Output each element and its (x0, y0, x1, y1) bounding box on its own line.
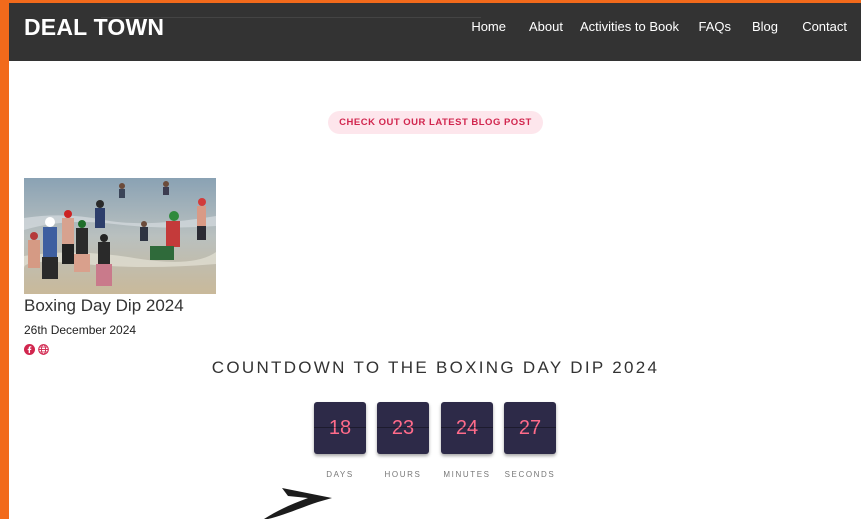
countdown-minutes-value: 24 (441, 402, 493, 454)
latest-blog-button[interactable]: CHECK OUT OUR LATEST BLOG POST (328, 111, 543, 134)
countdown-minutes-label: MINUTES (443, 470, 491, 479)
nav-home[interactable]: Home (471, 19, 506, 34)
orange-frame-left (0, 0, 9, 519)
post-title[interactable]: Boxing Day Dip 2024 (24, 296, 184, 316)
share-icons (24, 342, 49, 355)
post-date: 26th December 2024 (24, 323, 137, 337)
nav-contact[interactable]: Contact (802, 19, 847, 34)
facebook-icon[interactable] (24, 342, 35, 355)
swimmers-photo (24, 178, 216, 294)
countdown-hours-label: HOURS (384, 470, 422, 479)
site-header: DEAL TOWN Home About Activities to Book … (9, 3, 861, 61)
countdown-days-value: 18 (314, 402, 366, 454)
globe-icon[interactable] (38, 342, 49, 355)
nav-about[interactable]: About (529, 19, 563, 34)
arrow-icon (264, 488, 332, 519)
countdown-days-label: DAYS (326, 470, 354, 479)
post-thumbnail[interactable] (24, 178, 216, 294)
site-logo[interactable]: DEAL TOWN (24, 14, 164, 41)
countdown-seconds-value: 27 (504, 402, 556, 454)
countdown-title: COUNTDOWN TO THE BOXING DAY DIP 2024 (211, 358, 660, 377)
countdown-hours-value: 23 (377, 402, 429, 454)
nav-faqs[interactable]: FAQs (698, 19, 731, 34)
nav-activities[interactable]: Activities to Book (580, 19, 679, 34)
nav-blog[interactable]: Blog (752, 19, 778, 34)
countdown-seconds-label: SECONDS (504, 470, 556, 479)
